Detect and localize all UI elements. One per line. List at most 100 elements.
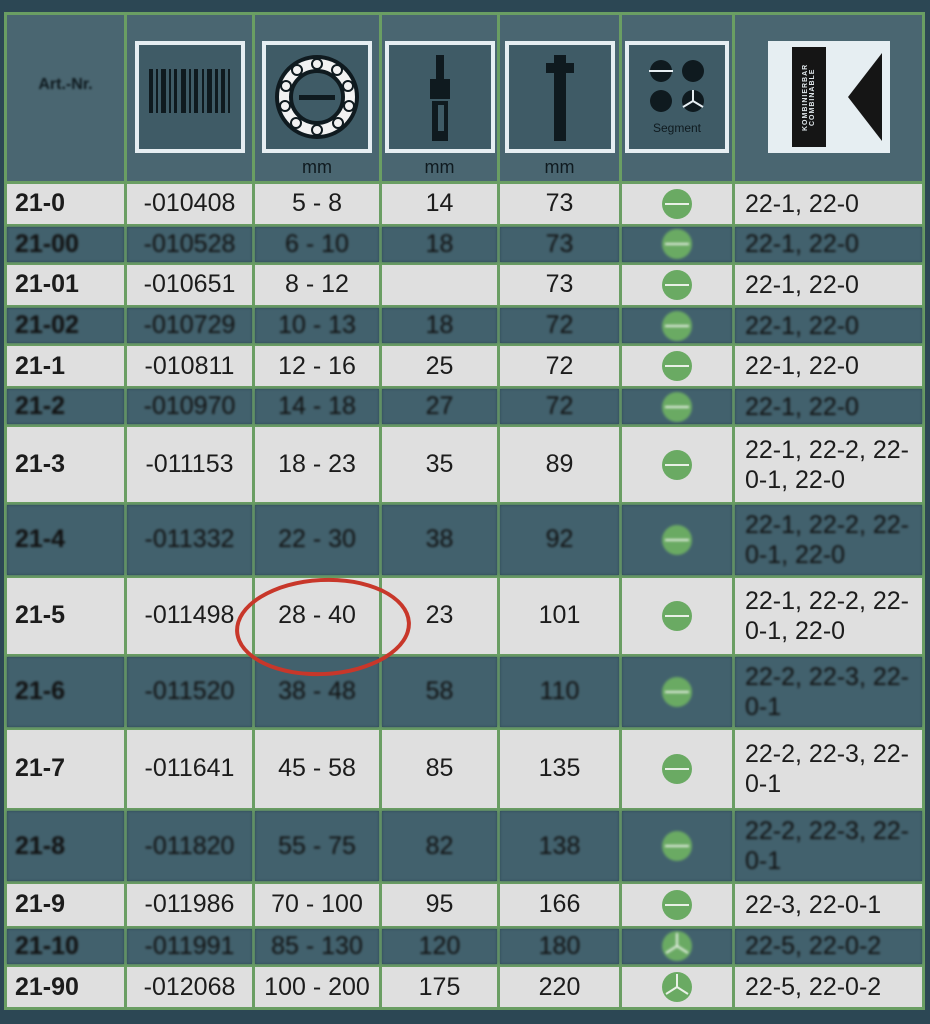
height-cell: 72 xyxy=(497,304,622,347)
height-cell: 72 xyxy=(497,385,622,428)
range-cell: 55 - 75 xyxy=(252,807,382,885)
combinable-cell: 22-1, 22-0 xyxy=(732,262,925,308)
length-cell: 14 xyxy=(379,181,500,227)
segment-half-icon xyxy=(662,449,692,480)
code-cell: -011332 xyxy=(124,501,255,578)
table-row: 21-6 -011520 38 - 48 58 110 22-2, 22-3, 22-0-… xyxy=(4,653,925,730)
range-cell: 85 - 130 xyxy=(252,925,382,968)
combinable-cell: 22-1, 22-2, 22-0-1, 22-0 xyxy=(732,574,925,657)
segment-cell xyxy=(619,653,735,730)
table-row: 21-1 -010811 12 - 16 25 72 22-1, 22-0 xyxy=(4,343,925,389)
segment-half-icon xyxy=(662,889,692,920)
segment-cell xyxy=(619,574,735,657)
length-cell: 82 xyxy=(379,807,500,885)
header-segment-label: Segment xyxy=(652,121,702,135)
barcode-icon xyxy=(134,41,245,153)
segment-cell xyxy=(619,304,735,347)
range-cell: 22 - 30 xyxy=(252,501,382,578)
segment-half-icon xyxy=(662,831,692,861)
bolt-length-icon xyxy=(384,41,495,153)
table-row: 21-02 -010729 10 - 13 18 72 22-1, 22-0 xyxy=(4,304,925,347)
code-cell: -011820 xyxy=(124,807,255,885)
product-table-frame: Art.-Nr. mm mm mm Segment KOMBINIERBAR C… xyxy=(4,12,925,1010)
combinable-cell: 22-3, 22-0-1 xyxy=(732,881,925,929)
table-row: 21-2 -010970 14 - 18 27 72 22-1, 22-0 xyxy=(4,385,925,428)
header-code xyxy=(124,12,255,184)
length-cell: 95 xyxy=(379,881,500,929)
segment-cell xyxy=(619,181,735,227)
combinable-cell: 22-1, 22-0 xyxy=(732,181,925,227)
combinable-cell: 22-1, 22-2, 22-0-1, 22-0 xyxy=(732,501,925,578)
range-cell: 10 - 13 xyxy=(252,304,382,347)
segment-third-icon xyxy=(662,972,692,1003)
length-cell: 18 xyxy=(379,223,500,266)
height-cell: 166 xyxy=(497,881,622,929)
segment-half-icon xyxy=(662,310,692,341)
length-cell: 35 xyxy=(379,424,500,505)
height-cell: 135 xyxy=(497,726,622,811)
segment-half-icon xyxy=(662,269,692,300)
bolt-height-icon xyxy=(504,41,615,153)
length-cell: 38 xyxy=(379,501,500,578)
length-cell: 23 xyxy=(379,574,500,657)
table-row: 21-01 -010651 8 - 12 73 22-1, 22-0 xyxy=(4,262,925,308)
table-row: 21-10 -011991 85 - 130 120 180 22-5, 22-0-2 xyxy=(4,925,925,968)
code-cell: -011986 xyxy=(124,881,255,929)
segment-half-icon xyxy=(662,524,692,555)
art-cell: 21-3 xyxy=(4,424,127,505)
art-cell: 21-7 xyxy=(4,726,127,811)
segment-cell xyxy=(619,223,735,266)
table-row: 21-7 -011641 45 - 58 85 135 22-2, 22-3, 22-0-… xyxy=(4,726,925,811)
combinable-cell: 22-1, 22-0 xyxy=(732,304,925,347)
segment-cell xyxy=(619,964,735,1010)
combinable-cell: 22-5, 22-0-2 xyxy=(732,925,925,968)
table-row: 21-00 -010528 6 - 10 18 73 22-1, 22-0 xyxy=(4,223,925,266)
height-cell: 73 xyxy=(497,262,622,308)
height-cell: 110 xyxy=(497,653,622,730)
header-combinable: KOMBINIERBAR COMBINABLE xyxy=(732,12,925,184)
combinable-cell: 22-2, 22-3, 22-0-1 xyxy=(732,653,925,730)
length-cell: 175 xyxy=(379,964,500,1010)
combinable-cell: 22-2, 22-3, 22-0-1 xyxy=(732,807,925,885)
range-cell: 28 - 40 xyxy=(252,574,382,657)
height-cell: 73 xyxy=(497,181,622,227)
art-cell: 21-90 xyxy=(4,964,127,1010)
header-height: mm xyxy=(497,12,622,184)
segment-cell xyxy=(619,385,735,428)
height-cell: 101 xyxy=(497,574,622,657)
art-cell: 21-0 xyxy=(4,181,127,227)
segment-cell xyxy=(619,343,735,389)
range-cell: 5 - 8 xyxy=(252,181,382,227)
height-cell: 220 xyxy=(497,964,622,1010)
segment-cell xyxy=(619,501,735,578)
art-cell: 21-10 xyxy=(4,925,127,968)
range-cell: 6 - 10 xyxy=(252,223,382,266)
header-diameter: mm xyxy=(252,12,382,184)
length-cell: 120 xyxy=(379,925,500,968)
segment-cell xyxy=(619,925,735,968)
range-cell: 70 - 100 xyxy=(252,881,382,929)
code-cell: -010729 xyxy=(124,304,255,347)
table-row: 21-8 -011820 55 - 75 82 138 22-2, 22-3, 22-0-… xyxy=(4,807,925,885)
length-cell: 58 xyxy=(379,653,500,730)
code-cell: -010408 xyxy=(124,181,255,227)
table-row: 21-9 -011986 70 - 100 95 166 22-3, 22-0-1 xyxy=(4,881,925,929)
header-height-unit: mm xyxy=(544,157,575,177)
table-row: 21-4 -011332 22 - 30 38 92 22-1, 22-2, 22-0-1… xyxy=(4,501,925,578)
code-cell: -012068 xyxy=(124,964,255,1010)
combinable-cell: 22-1, 22-0 xyxy=(732,385,925,428)
header-diameter-unit: mm xyxy=(302,157,332,177)
art-cell: 21-1 xyxy=(4,343,127,389)
height-cell: 180 xyxy=(497,925,622,968)
length-cell: 85 xyxy=(379,726,500,811)
art-cell: 21-5 xyxy=(4,574,127,657)
code-cell: -010651 xyxy=(124,262,255,308)
table-row: 21-5 -011498 28 - 40 23 101 22-1, 22-2, 22-0-… xyxy=(4,574,925,657)
segment-half-icon xyxy=(662,188,692,219)
length-cell: 25 xyxy=(379,343,500,389)
segment-half-icon xyxy=(662,351,692,382)
bearing-ring-icon xyxy=(262,41,372,153)
range-cell: 38 - 48 xyxy=(252,653,382,730)
header-row: Art.-Nr. mm mm mm Segment KOMBINIERBAR C… xyxy=(4,12,925,184)
length-cell: 27 xyxy=(379,385,500,428)
